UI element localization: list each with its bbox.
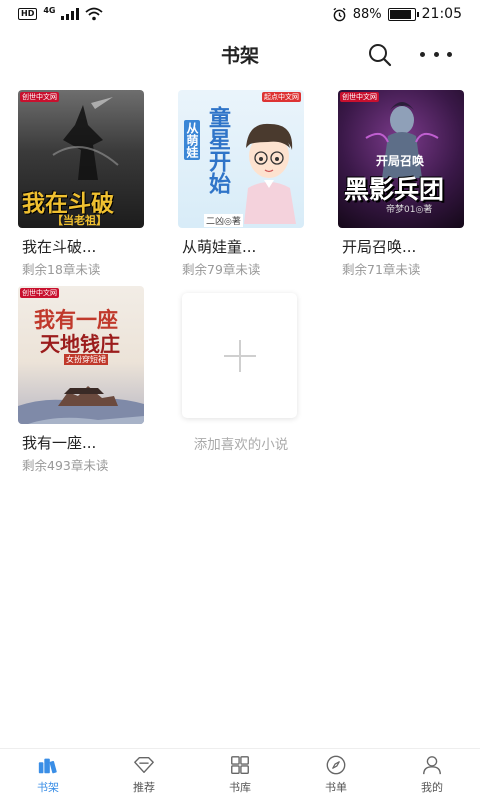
user-icon [423, 756, 441, 775]
cover-subtitle: 开局召唤 [376, 154, 425, 168]
cover-title: 黑影兵团 [344, 175, 445, 204]
nav-label: 书库 [229, 781, 251, 794]
book-cover[interactable]: 创世中文网 开局召唤 黑影兵团 帝梦01◎著 [338, 90, 464, 228]
publisher-logo: 创世中文网 [20, 288, 59, 298]
add-book-button[interactable] [182, 293, 297, 418]
book-cover[interactable]: 创世中文网 我在斗破 【当老祖】 [18, 90, 144, 228]
status-bar: HD 4G 88% 21:05 [0, 0, 480, 28]
nav-label: 我的 [421, 781, 443, 794]
book-unread-count: 剩余79章未读 [182, 262, 261, 277]
wifi-icon [85, 7, 104, 21]
book-unread-count: 剩余493章未读 [22, 458, 109, 473]
book-item[interactable]: 创世中文网 我有一座 天地钱庄 女扮穿短裙 我有一座... 剩余493章未读 [18, 286, 144, 474]
bottom-nav: 书架 推荐 书库 书单 我的 [0, 748, 480, 800]
cover-subtitle: 【当老祖】 [52, 214, 107, 227]
cover-author: 二凶◎著 [204, 214, 243, 227]
nav-label: 书架 [37, 781, 59, 794]
book-unread-count: 剩余71章未读 [342, 262, 421, 277]
bookshelf-icon [38, 758, 57, 774]
cover-subtitle: 天地钱庄 [40, 332, 120, 356]
network-type: 4G [43, 5, 56, 15]
search-icon[interactable] [367, 42, 393, 68]
header-bar: 书架 [0, 32, 480, 76]
nav-item-profile[interactable]: 我的 [384, 749, 480, 800]
status-left: HD 4G [18, 5, 104, 21]
book-title: 我有一座... [22, 434, 97, 452]
cover-title: 童星开始 [205, 106, 230, 194]
book-item[interactable]: 创世中文网 我在斗破 【当老祖】 我在斗破... 剩余18章未读 [18, 90, 144, 278]
battery-percent: 88% [352, 6, 382, 22]
nav-item-recommend[interactable]: 推荐 [96, 749, 192, 800]
compass-icon [326, 755, 346, 775]
book-title: 开局召唤... [342, 238, 417, 256]
book-title: 我在斗破... [22, 238, 97, 256]
more-options-icon[interactable] [420, 44, 452, 64]
page-title: 书架 [220, 44, 259, 67]
nav-item-bookshelf[interactable]: 书架 [0, 749, 96, 800]
book-cover[interactable]: 创世中文网 我有一座 天地钱庄 女扮穿短裙 [18, 286, 144, 424]
warrior-figure-icon [52, 97, 119, 180]
status-right: 88% 21:05 [332, 6, 462, 22]
nav-label: 书单 [325, 781, 347, 794]
publisher-logo: 起点中文网 [262, 92, 301, 102]
book-cover[interactable]: 起点中文网 童星开始 从萌娃 二凶◎著 [178, 90, 304, 228]
diamond-icon [134, 756, 154, 774]
book-title: 从萌娃童... [182, 238, 257, 256]
app-screen: HD 4G 88% 21:05 书架 创世中文网 我在斗破 【当老祖】 我在斗破… [0, 0, 480, 800]
nav-item-library[interactable]: 书库 [192, 749, 288, 800]
clock-time: 21:05 [421, 6, 462, 22]
cover-subtitle: 从萌娃 [184, 120, 200, 160]
signal-icon [61, 8, 80, 20]
hd-badge: HD [18, 8, 38, 20]
cover-author: 女扮穿短裙 [64, 354, 108, 365]
palace-scene-icon [18, 386, 144, 424]
character-portrait-icon [244, 123, 296, 224]
grid-icon [231, 756, 249, 774]
book-unread-count: 剩余18章未读 [22, 262, 101, 277]
book-item[interactable]: 起点中文网 童星开始 从萌娃 二凶◎著 从萌娃童... 剩余79章未读 [178, 90, 304, 278]
plus-icon [223, 339, 256, 372]
book-item[interactable]: 创世中文网 开局召唤 黑影兵团 帝梦01◎著 开局召唤... 剩余71章未读 [338, 90, 464, 278]
add-book-label: 添加喜欢的小说 [193, 437, 289, 453]
nav-item-booklist[interactable]: 书单 [288, 749, 384, 800]
cover-author: 帝梦01◎著 [386, 205, 433, 215]
battery-icon [387, 7, 419, 21]
alarm-icon [333, 7, 346, 21]
nav-label: 推荐 [133, 781, 155, 794]
